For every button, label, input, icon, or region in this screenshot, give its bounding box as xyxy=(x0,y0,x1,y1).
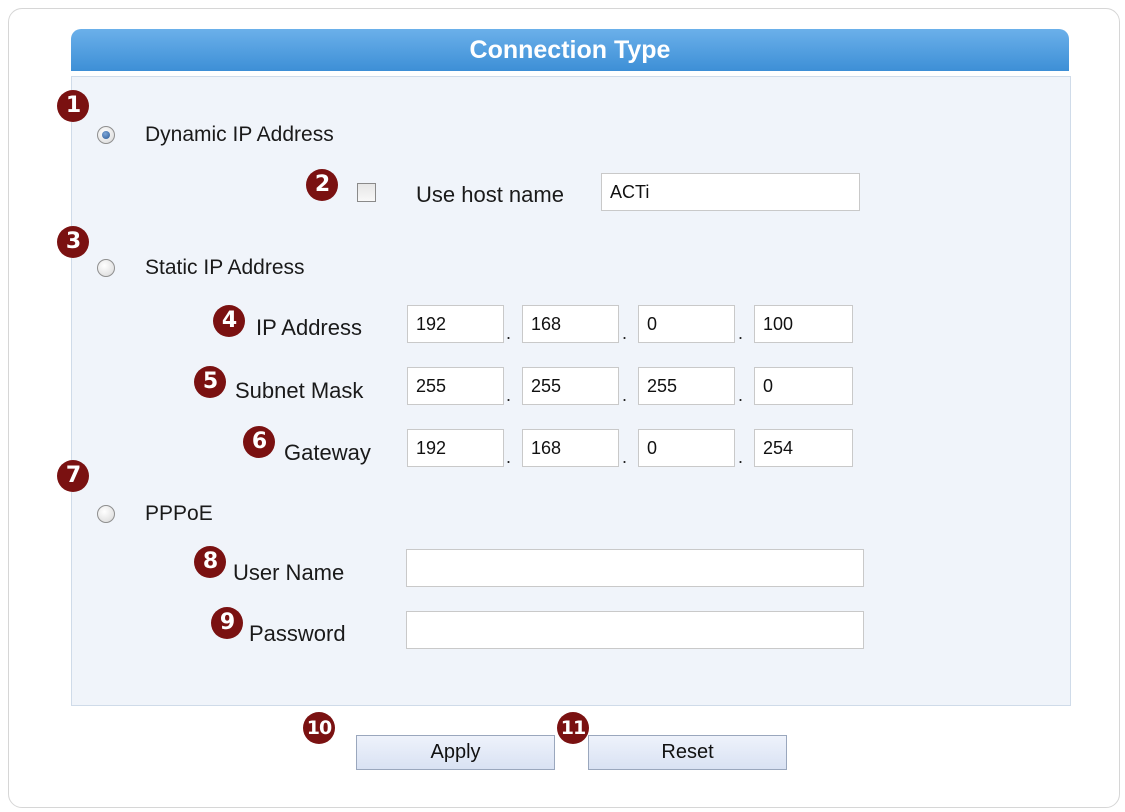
gateway-label: Gateway xyxy=(284,440,371,465)
use-host-name-label: Use host name xyxy=(416,182,564,207)
callout-badge-9: 9 xyxy=(211,607,243,639)
callout-badge-6: 6 xyxy=(243,426,275,458)
callout-badge-4: 4 xyxy=(213,305,245,337)
subnet-mask-octet-4[interactable] xyxy=(754,367,853,405)
gateway-octet-3[interactable] xyxy=(638,429,735,467)
ip-address-octet-3[interactable] xyxy=(638,305,735,343)
gateway-octet-4[interactable] xyxy=(754,429,853,467)
dynamic-ip-radio[interactable] xyxy=(97,126,115,144)
ip-separator: . xyxy=(738,385,744,405)
pppoe-radio[interactable] xyxy=(97,505,115,523)
ip-separator: . xyxy=(738,447,744,467)
password-label: Password xyxy=(249,621,346,646)
ip-separator: . xyxy=(506,385,512,405)
subnet-mask-octet-1[interactable] xyxy=(407,367,504,405)
callout-badge-5: 5 xyxy=(194,366,226,398)
pppoe-label: PPPoE xyxy=(145,502,213,525)
gateway-octet-1[interactable] xyxy=(407,429,504,467)
callout-badge-3: 3 xyxy=(57,226,89,258)
ip-separator: . xyxy=(622,323,628,343)
callout-badge-8: 8 xyxy=(194,546,226,578)
host-name-input[interactable] xyxy=(601,173,860,211)
subnet-mask-label: Subnet Mask xyxy=(235,378,364,403)
gateway-octet-2[interactable] xyxy=(522,429,619,467)
callout-badge-10: 10 xyxy=(303,712,335,744)
reset-button[interactable]: Reset xyxy=(588,735,787,770)
pppoe-password-input[interactable] xyxy=(406,611,864,649)
ip-separator: . xyxy=(622,447,628,467)
user-name-label: User Name xyxy=(233,560,345,585)
callout-badge-1: 1 xyxy=(57,90,89,122)
subnet-mask-octet-2[interactable] xyxy=(522,367,619,405)
ip-separator: . xyxy=(506,323,512,343)
subnet-mask-octet-3[interactable] xyxy=(638,367,735,405)
callout-badge-2: 2 xyxy=(306,169,338,201)
apply-button[interactable]: Apply xyxy=(356,735,555,770)
static-ip-radio[interactable] xyxy=(97,259,115,277)
ip-address-octet-1[interactable] xyxy=(407,305,504,343)
pppoe-user-name-input[interactable] xyxy=(406,549,864,587)
ip-separator: . xyxy=(738,323,744,343)
section-header: Connection Type xyxy=(71,29,1069,71)
ip-separator: . xyxy=(622,385,628,405)
dynamic-ip-label: Dynamic IP Address xyxy=(145,123,334,146)
static-ip-label: Static IP Address xyxy=(145,256,305,279)
ip-address-octet-4[interactable] xyxy=(754,305,853,343)
callout-badge-7: 7 xyxy=(57,460,89,492)
ip-address-label: IP Address xyxy=(256,315,362,340)
ip-separator: . xyxy=(506,447,512,467)
use-host-name-checkbox[interactable] xyxy=(357,183,376,202)
ip-address-octet-2[interactable] xyxy=(522,305,619,343)
callout-badge-11: 11 xyxy=(557,712,589,744)
